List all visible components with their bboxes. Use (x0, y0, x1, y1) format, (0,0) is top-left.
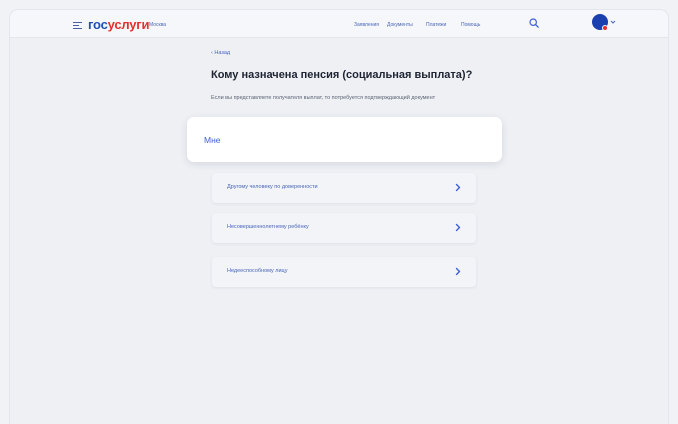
notification-dot (602, 25, 608, 31)
option-label: Другому человеку по доверенности (227, 184, 318, 190)
logo-text-gos: гос (88, 17, 108, 32)
option-incapacitated[interactable]: Недееспособному лицу (212, 257, 476, 287)
chevron-right-icon (455, 223, 461, 232)
city-selector[interactable]: Москва (149, 22, 166, 28)
option-proxy[interactable]: Другому человеку по доверенности (212, 173, 476, 203)
chevron-right-icon (455, 267, 461, 276)
back-link[interactable]: ‹ Назад (211, 50, 230, 56)
nav-link-applications[interactable]: Заявления (354, 22, 379, 28)
nav-link-documents[interactable]: Документы (387, 22, 413, 28)
nav-link-payments[interactable]: Платежи (426, 22, 446, 28)
gosuslugi-logo[interactable]: госуслуги (88, 17, 150, 32)
top-header: госуслуги Москва Заявления Документы Пла… (10, 10, 668, 38)
page-subtitle: Если вы представляете получателя выплат,… (211, 95, 436, 101)
option-minor-child[interactable]: Несовершеннолетнему ребёнку (212, 213, 476, 243)
search-icon[interactable] (529, 18, 539, 28)
app-window: госуслуги Москва Заявления Документы Пла… (10, 10, 668, 424)
hamburger-icon[interactable] (73, 22, 82, 30)
option-me[interactable]: Мне (187, 117, 502, 162)
option-label: Несовершеннолетнему ребёнку (227, 224, 309, 230)
logo-text-uslugi: услуги (107, 17, 150, 32)
option-label: Мне (204, 135, 221, 145)
nav-link-help[interactable]: Помощь (461, 22, 480, 28)
chevron-right-icon (455, 183, 461, 192)
chevron-down-icon[interactable] (610, 19, 616, 25)
page-title: Кому назначена пенсия (социальная выплат… (211, 69, 473, 81)
option-label: Недееспособному лицу (227, 268, 288, 274)
